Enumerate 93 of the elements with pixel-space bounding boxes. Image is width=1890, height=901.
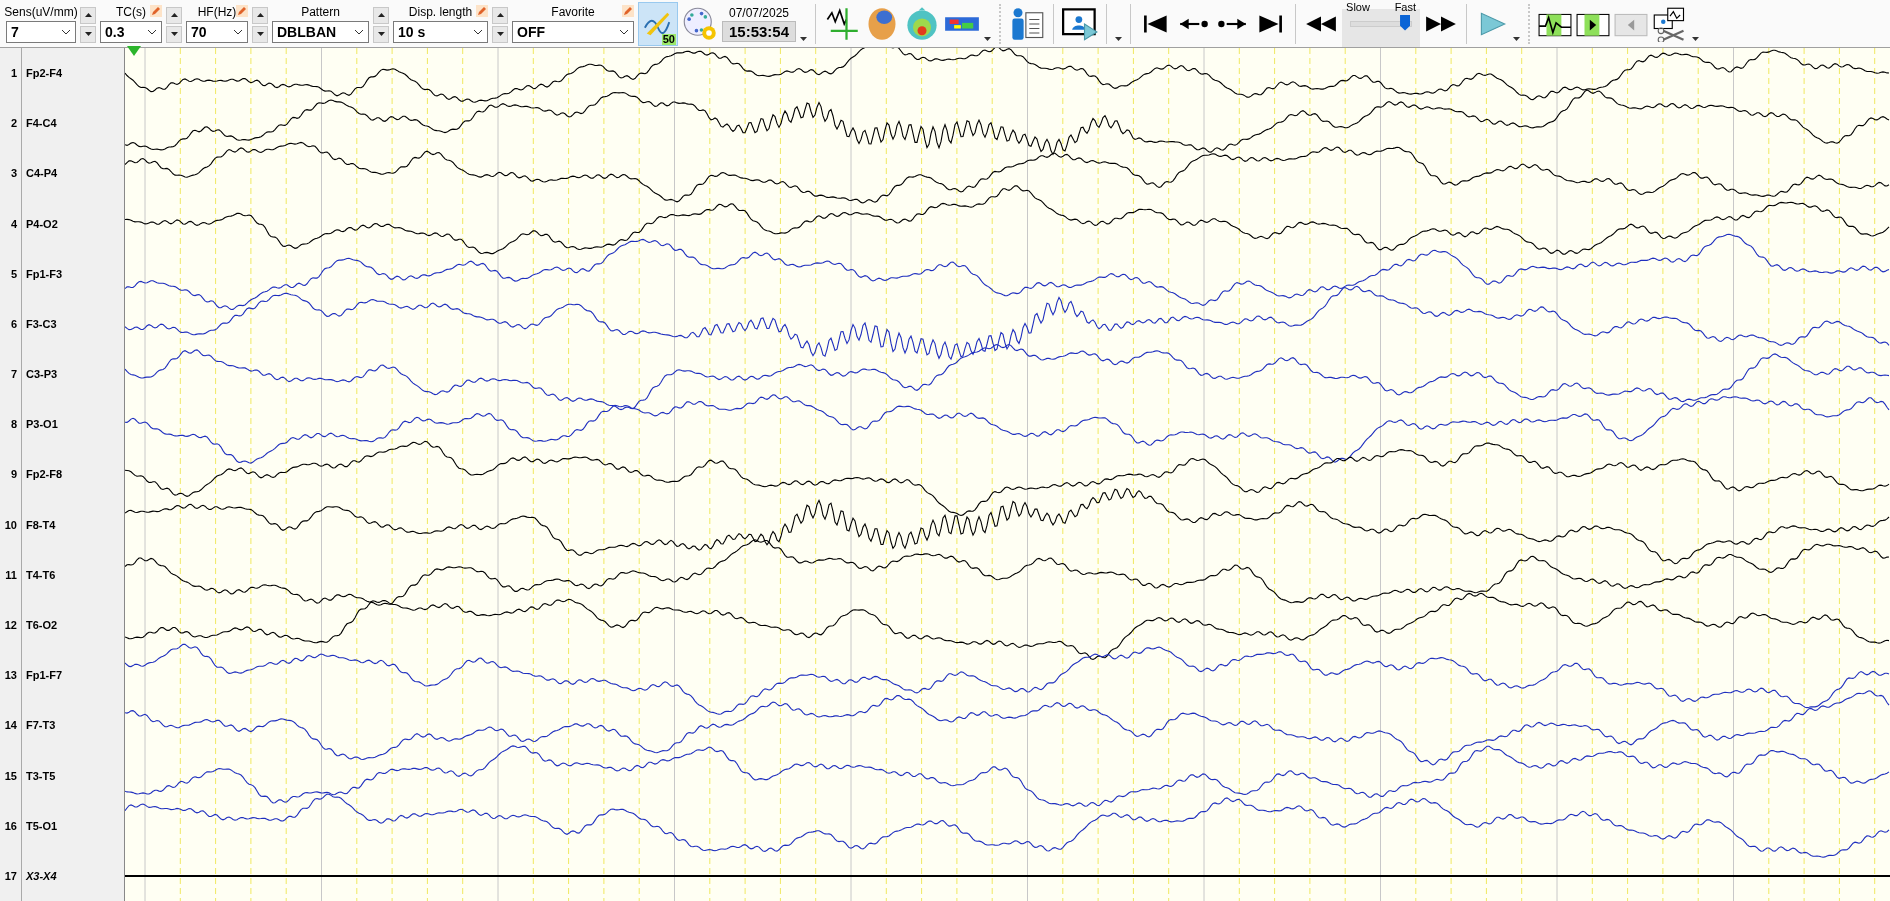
spin-up-button[interactable]: [166, 6, 182, 24]
channel-label[interactable]: C3-P3: [22, 349, 124, 400]
spin-down-button[interactable]: [252, 25, 268, 43]
spin-down-button[interactable]: [80, 25, 96, 43]
caret-icon[interactable]: [1692, 37, 1700, 41]
channel-number: 2: [0, 98, 22, 149]
channel-number: 16: [0, 800, 22, 851]
channel-number: 1: [0, 48, 22, 99]
down-arrow-icon: [84, 32, 92, 36]
dropdown-field[interactable]: OFF: [512, 21, 634, 43]
channel-label[interactable]: T4-T6: [22, 549, 124, 600]
channel-label[interactable]: X3-X4: [22, 850, 124, 901]
channel-number: 10: [0, 499, 22, 550]
channel-label[interactable]: Fp2-F4: [22, 48, 124, 99]
dropdown-field[interactable]: DBLBAN: [272, 21, 369, 43]
selector-label: Pattern: [301, 5, 340, 19]
time-marker-icon[interactable]: [127, 46, 141, 56]
channel-label[interactable]: Fp1-F3: [22, 248, 124, 299]
fast-label: Fast: [1394, 0, 1417, 13]
dropdown-field[interactable]: 10 s: [393, 21, 488, 43]
chevron-icon: [147, 29, 157, 35]
pencil-icon[interactable]: [622, 5, 634, 17]
dropdown-field[interactable]: 0.3: [100, 21, 162, 43]
date-label: 07/07/2025: [729, 5, 790, 20]
spin-up-button[interactable]: [373, 6, 389, 24]
channel-number: 9: [0, 449, 22, 500]
channel-number: 17: [0, 850, 22, 901]
pencil-icon[interactable]: [150, 5, 162, 17]
channel-number: 6: [0, 298, 22, 350]
channel-number: 13: [0, 650, 22, 701]
channel-number: 3: [0, 148, 22, 199]
channel-number: 15: [0, 750, 22, 801]
down-arrow-icon: [377, 32, 385, 36]
up-arrow-icon: [84, 13, 92, 17]
caret-icon[interactable]: [1513, 37, 1521, 41]
selector-label: Favorite: [551, 5, 595, 19]
selector-label: TC(s): [116, 5, 146, 19]
annotation-button[interactable]: 50: [638, 1, 678, 46]
channel-label[interactable]: P3-O1: [22, 399, 124, 450]
patient-info-icon[interactable]: [1009, 5, 1046, 42]
spin-up-button[interactable]: [492, 6, 508, 24]
electrode-gear-icon[interactable]: [682, 5, 718, 42]
spin-down-button[interactable]: [373, 25, 389, 43]
up-arrow-icon: [496, 13, 504, 17]
channel-label[interactable]: Fp2-F8: [22, 449, 124, 500]
chevron-icon: [473, 29, 483, 35]
caret-icon[interactable]: [984, 37, 992, 41]
count-badge: 50: [661, 33, 676, 45]
down-arrow-icon: [256, 32, 264, 36]
chevron-icon: [354, 29, 364, 35]
slow-label: Slow: [1346, 0, 1370, 13]
channel-label[interactable]: P4-O2: [22, 198, 124, 249]
caret-icon[interactable]: [800, 37, 808, 41]
channel-number: 8: [0, 399, 22, 450]
channel-label[interactable]: T3-T5: [22, 750, 124, 801]
up-arrow-icon: [377, 13, 385, 17]
chevron-icon: [61, 29, 71, 35]
dropdown-field[interactable]: 70: [186, 21, 248, 43]
channel-number: 14: [0, 700, 22, 751]
pencil-icon[interactable]: [476, 5, 488, 17]
channel-label[interactable]: T5-O1: [22, 800, 124, 851]
chevron-icon: [619, 29, 629, 35]
channel-label[interactable]: Fp1-F7: [22, 650, 124, 701]
up-arrow-icon: [256, 13, 264, 17]
chevron-icon: [233, 29, 243, 35]
speed-slider-thumb[interactable]: [1400, 14, 1411, 31]
selector-label: Sens(uV/mm): [4, 5, 78, 19]
channel-label[interactable]: F7-T3: [22, 700, 124, 751]
waveform-cursor-icon[interactable]: [824, 5, 861, 42]
channel-number: 5: [0, 248, 22, 299]
time-button[interactable]: 15:53:54: [722, 20, 797, 42]
pencil-icon[interactable]: [236, 5, 248, 17]
dropdown-field[interactable]: 7: [6, 21, 76, 43]
selector-label: HF(Hz): [197, 5, 237, 19]
channel-number: 7: [0, 349, 22, 400]
down-arrow-icon: [496, 32, 504, 36]
spin-down-button[interactable]: [166, 25, 182, 43]
spin-down-button[interactable]: [492, 25, 508, 43]
channel-label[interactable]: F8-T4: [22, 499, 124, 550]
channel-label[interactable]: C4-P4: [22, 148, 124, 199]
down-arrow-icon: [170, 32, 178, 36]
channel-label[interactable]: F3-C3: [22, 298, 124, 350]
caret-icon[interactable]: [1115, 37, 1123, 41]
spin-up-button[interactable]: [252, 6, 268, 24]
channel-label[interactable]: F4-C4: [22, 98, 124, 149]
channel-label[interactable]: T6-O2: [22, 599, 124, 651]
up-arrow-icon: [170, 13, 178, 17]
channel-number: 4: [0, 198, 22, 249]
video-play-icon[interactable]: [1062, 5, 1099, 42]
channel-number: 11: [0, 549, 22, 600]
channel-number: 12: [0, 599, 22, 651]
spin-up-button[interactable]: [80, 6, 96, 24]
selector-label: Disp. length: [408, 5, 473, 19]
